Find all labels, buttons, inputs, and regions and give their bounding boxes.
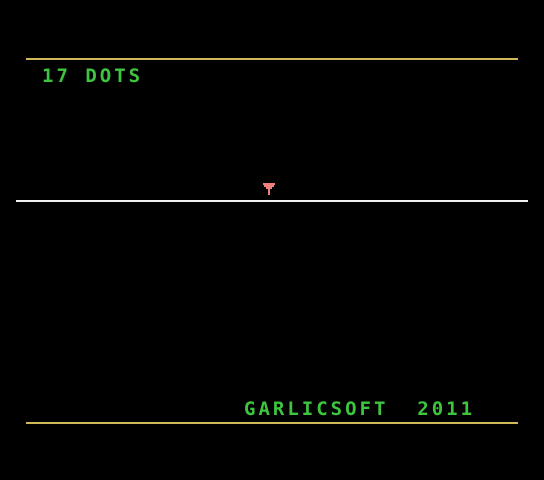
horizon-line xyxy=(16,200,528,202)
bottom-border-line xyxy=(26,422,518,424)
funnel-ship-graphic xyxy=(263,183,275,195)
top-border-line xyxy=(26,58,518,60)
funnel-ship-icon xyxy=(261,180,277,195)
game-title: 17 DOTS xyxy=(42,65,144,87)
copyright-credit: GARLICSOFT 2011 xyxy=(244,398,476,420)
